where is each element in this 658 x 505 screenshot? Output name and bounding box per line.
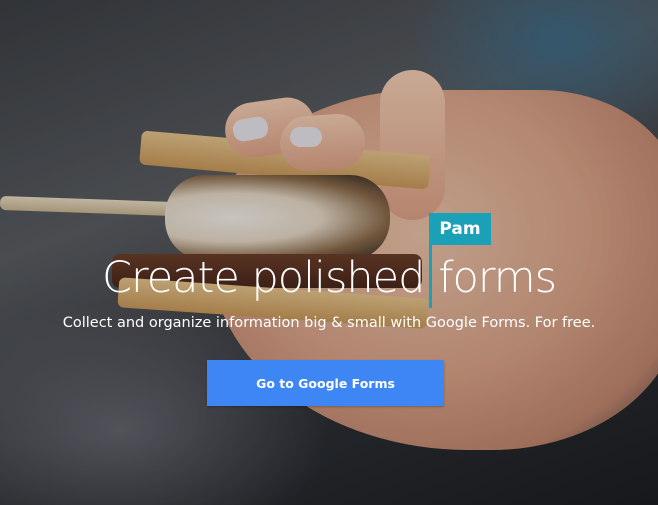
collaborator-name-tag: Pam — [429, 213, 491, 245]
go-to-google-forms-button[interactable]: Go to Google Forms — [207, 360, 444, 406]
headline-text-after: forms — [438, 253, 557, 303]
hero-headline: Create polished Pam forms — [0, 213, 658, 308]
headline-text-before: Create polished — [101, 253, 425, 303]
collaborator-cursor: Pam — [424, 213, 491, 308]
hero-subtitle: Collect and organize information big & s… — [62, 315, 596, 331]
